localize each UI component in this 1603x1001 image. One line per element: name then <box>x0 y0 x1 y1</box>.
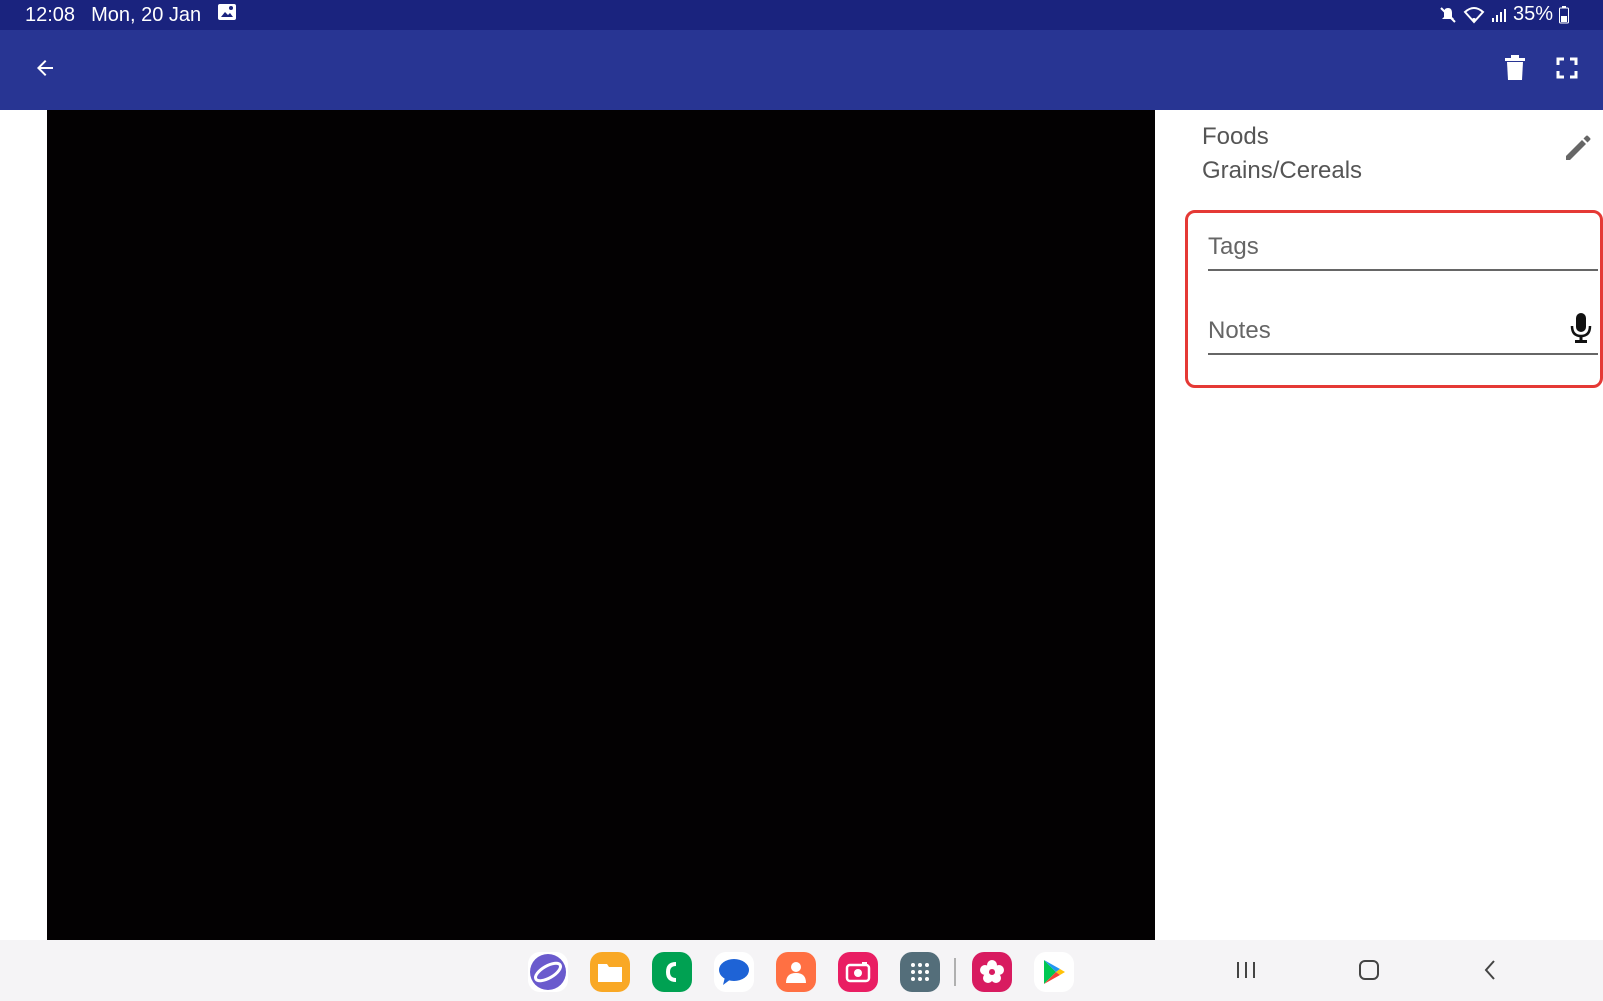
recent-apps-button[interactable] <box>1228 954 1264 990</box>
notes-field-wrapper <box>1208 305 1598 355</box>
back-button[interactable] <box>25 50 65 90</box>
gallery-icon[interactable] <box>972 952 1012 992</box>
tags-field-wrapper <box>1208 221 1598 271</box>
battery-text: 35% <box>1512 3 1553 25</box>
gallery-notification-icon <box>217 3 237 27</box>
wifi-icon <box>1463 6 1485 24</box>
app-bar <box>0 30 1603 110</box>
category-label: Foods <box>1202 123 1269 150</box>
tags-notes-box <box>1185 210 1603 388</box>
contacts-icon[interactable] <box>776 952 816 992</box>
subcategory-label: Grains/Cereals <box>1202 157 1363 184</box>
battery-icon <box>1559 5 1569 24</box>
home-button[interactable] <box>1351 954 1387 990</box>
status-bar: 12:08 Mon, 20 Jan 35% <box>0 0 1603 30</box>
microphone-icon <box>1570 312 1592 349</box>
phone-icon[interactable] <box>652 952 692 992</box>
tags-input[interactable] <box>1208 221 1598 269</box>
play-store-icon[interactable] <box>1034 952 1074 992</box>
voice-input-button[interactable] <box>1566 312 1596 349</box>
signal-icon <box>1491 7 1507 23</box>
delete-button[interactable] <box>1495 50 1535 90</box>
internet-icon[interactable] <box>528 952 568 992</box>
files-icon[interactable] <box>590 952 630 992</box>
dock-divider <box>954 958 956 986</box>
photo-preview[interactable] <box>47 110 1155 940</box>
status-date: Mon, 20 Jan <box>91 3 202 26</box>
home-icon <box>1358 959 1380 986</box>
chevron-left-icon <box>1482 959 1498 986</box>
details-panel: Foods Grains/Cereals <box>1155 110 1603 940</box>
camera-icon[interactable] <box>838 952 878 992</box>
fullscreen-icon <box>1556 57 1578 84</box>
fullscreen-button[interactable] <box>1547 50 1587 90</box>
navigation-bar <box>0 940 1603 1001</box>
apps-grid-icon[interactable] <box>900 952 940 992</box>
mute-icon <box>1439 6 1457 24</box>
arrow-back-icon <box>33 56 57 85</box>
notes-input[interactable] <box>1208 305 1598 353</box>
messages-icon[interactable] <box>714 952 754 992</box>
edit-category-button[interactable] <box>1558 130 1598 170</box>
recent-apps-icon <box>1235 960 1257 985</box>
category-block: Foods Grains/Cereals <box>1202 120 1362 188</box>
nav-back-button[interactable] <box>1472 954 1508 990</box>
pencil-icon <box>1562 132 1594 169</box>
status-time: 12:08 <box>25 3 76 26</box>
trash-icon <box>1504 54 1526 86</box>
